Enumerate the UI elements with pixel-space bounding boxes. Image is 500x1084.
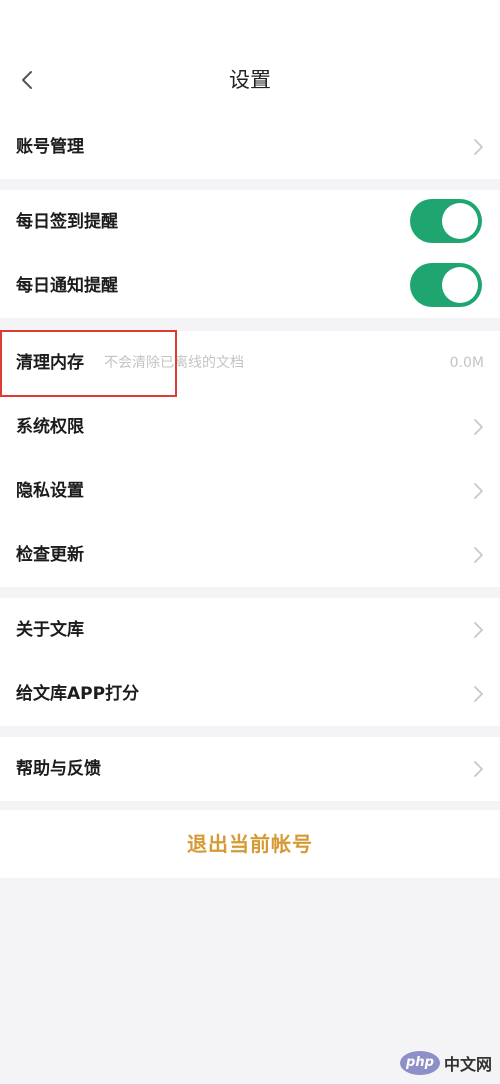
chevron-right-icon [472,138,484,156]
watermark-text: 中文网 [443,1055,492,1074]
clear-cache-row[interactable]: 清理内存 不会清除已离线的文档 0.0M [0,331,500,395]
account-management-row[interactable]: 账号管理 [0,115,500,179]
privacy-settings-label: 隐私设置 [16,481,84,501]
account-management-label: 账号管理 [16,137,84,157]
check-update-row[interactable]: 检查更新 [0,523,500,587]
rate-app-row[interactable]: 给文库APP打分 [0,662,500,726]
help-feedback-row[interactable]: 帮助与反馈 [0,737,500,801]
check-update-label: 检查更新 [16,545,84,565]
system-section: 清理内存 不会清除已离线的文档 0.0M 系统权限 隐私设置 检查更新 [0,331,500,587]
chevron-right-icon [472,760,484,778]
chevron-right-icon [472,685,484,703]
rate-app-label: 给文库APP打分 [16,684,140,704]
about-library-row[interactable]: 关于文库 [0,598,500,662]
clear-cache-hint: 不会清除已离线的文档 [104,355,244,371]
help-section: 帮助与反馈 [0,737,500,801]
system-permissions-row[interactable]: 系统权限 [0,395,500,459]
reminders-section: 每日签到提醒 每日通知提醒 [0,190,500,318]
toggle-knob [442,267,478,303]
php-logo: php [399,1051,440,1075]
account-section: 账号管理 [0,115,500,179]
clear-cache-label: 清理内存 [16,353,84,373]
chevron-right-icon [472,482,484,500]
privacy-settings-row[interactable]: 隐私设置 [0,459,500,523]
daily-checkin-label: 每日签到提醒 [16,212,118,232]
chevron-right-icon [472,546,484,564]
chevron-right-icon [472,418,484,436]
help-feedback-label: 帮助与反馈 [16,759,101,779]
chevron-right-icon [472,621,484,639]
about-library-label: 关于文库 [16,620,84,640]
watermark: php 中文网 [399,1048,492,1078]
system-permissions-label: 系统权限 [16,417,84,437]
logout-label: 退出当前帐号 [187,832,313,856]
page-title: 设置 [229,68,271,92]
daily-checkin-toggle[interactable] [410,199,482,243]
daily-notify-toggle[interactable] [410,263,482,307]
daily-checkin-row: 每日签到提醒 [0,190,500,254]
toggle-knob [442,203,478,239]
cache-size-value: 0.0M [449,355,484,371]
daily-notify-row: 每日通知提醒 [0,254,500,318]
daily-notify-label: 每日通知提醒 [16,276,118,296]
header: 设置 [0,0,500,115]
about-section: 关于文库 给文库APP打分 [0,598,500,726]
logout-button[interactable]: 退出当前帐号 [0,810,500,878]
